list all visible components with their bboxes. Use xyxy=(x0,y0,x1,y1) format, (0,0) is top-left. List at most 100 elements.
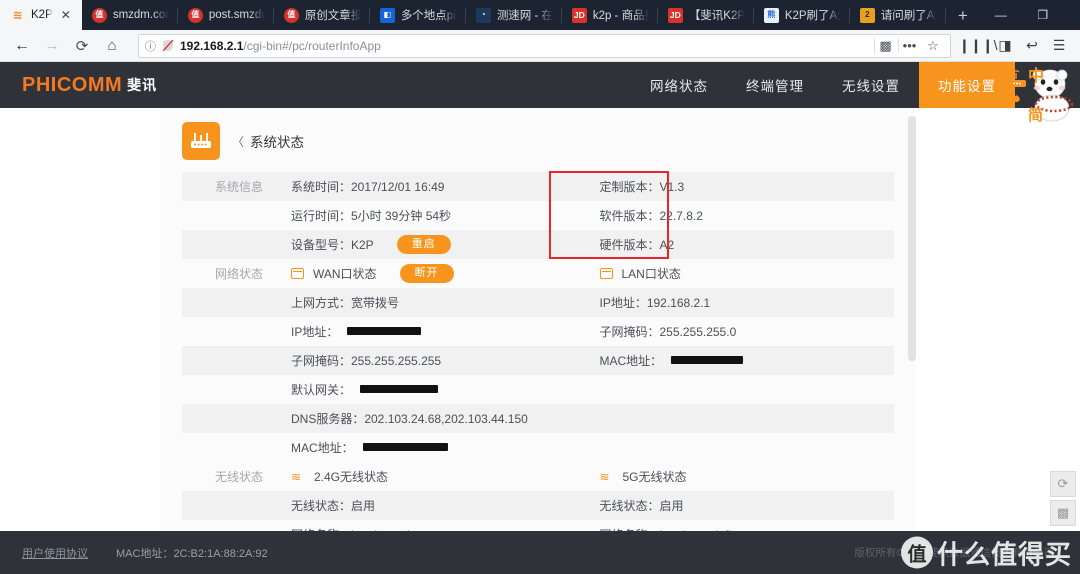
system-status-panel: 〈 系统状态 系统信息 系统时间：2017/12/01 16:49 定制版本：V1.… xyxy=(160,108,916,574)
cell-text: 无线状态：启用 xyxy=(291,499,376,513)
wan-row: IP地址： xyxy=(277,317,586,346)
lan-row: IP地址：192.168.2.1 xyxy=(586,288,895,317)
wifi-signal-icon: ≋ xyxy=(291,469,302,484)
back-chevron-icon[interactable]: 〈 xyxy=(232,133,244,150)
library-icon[interactable]: ❙❙❙\ xyxy=(958,33,997,59)
version-info-right: 软件版本：22.7.8.2 xyxy=(586,201,895,230)
section-label-spacer xyxy=(182,201,277,230)
browser-tab[interactable]: 值 smzdm.com xyxy=(82,0,178,30)
browser-tab[interactable]: 熊 K2P刷了A大 xyxy=(754,0,850,30)
wan-row: 上网方式：宽带拨号 xyxy=(277,288,586,317)
table-row: 子网掩码：255.255.255.255 MAC地址： xyxy=(182,346,894,375)
nav-item-1[interactable]: 网络状态 xyxy=(631,62,727,108)
cell-text: 默认网关： xyxy=(291,383,352,397)
baidu-icon: 熊 xyxy=(763,7,779,23)
section-label-spacer xyxy=(182,230,277,259)
panel-scrollbar-track[interactable] xyxy=(907,108,916,531)
cell-text: MAC地址： xyxy=(599,354,663,368)
browser-tab[interactable]: JD k2p - 商品搜 xyxy=(562,0,658,30)
panel-header: 〈 系统状态 xyxy=(160,108,916,172)
cell-text: 子网掩码：255.255.255.0 xyxy=(599,325,737,339)
lan-status-header: LAN口状态 xyxy=(586,259,895,288)
tab-label: K2P刷了A大 xyxy=(784,10,841,22)
toolbar-right: ❙❙❙\ ◨ ↩ ☰ xyxy=(958,33,1072,59)
address-bar[interactable]: ⓘ 192.168.2.1/cgi-bin#/pc/routerInfoApp … xyxy=(138,33,951,58)
nav-item-2[interactable]: 终端管理 xyxy=(727,62,823,108)
panel-scrollbar-thumb[interactable] xyxy=(908,116,916,361)
reload-icon[interactable]: ⟳ xyxy=(68,33,96,59)
minimize-button[interactable]: — xyxy=(980,0,1022,30)
tab-label: 多个地点pin xyxy=(400,10,457,22)
back-icon[interactable]: ← xyxy=(8,33,36,59)
redacted-value xyxy=(671,355,744,364)
undo-icon[interactable]: ↩ xyxy=(1019,33,1045,59)
tab-strip: ≋ K2P ✕ 值 smzdm.com 值 post.smzdm 值原创文章投 ◧ 多个地点pin… xyxy=(0,0,1080,30)
section-label: 无线状态 xyxy=(214,470,263,484)
wan-row: MAC地址： xyxy=(277,433,586,462)
version-info-right: 定制版本：V1.3 xyxy=(586,172,895,201)
browser-tab[interactable]: ◧ 多个地点pin xyxy=(370,0,466,30)
browser-tab[interactable]: ◔ 测速网 - 在 xyxy=(466,0,562,30)
wifi24-header: ≋ 2.4G无线状态 xyxy=(277,462,586,491)
table-row: 运行时间：5小时 39分钟 54秒 软件版本：22.7.8.2 xyxy=(182,201,894,230)
window-controls: — ❐ ✕ xyxy=(980,0,1080,30)
system-info-left: 运行时间：5小时 39分钟 54秒 xyxy=(277,201,586,230)
disconnect-button[interactable]: 断开 xyxy=(399,263,454,284)
smzdm-icon: 值 xyxy=(283,7,299,23)
address-bar-actions: ▩ ••• ☆ xyxy=(870,37,944,54)
hamburger-menu-icon[interactable]: ☰ xyxy=(1046,33,1072,59)
browser-tab[interactable]: 2 请问刷了A大 xyxy=(850,0,946,30)
wan-row: 默认网关： xyxy=(277,375,586,404)
qrcode-float-button[interactable]: ▩ xyxy=(1050,500,1076,526)
empty-cell xyxy=(586,404,895,433)
section-label-spacer xyxy=(182,288,277,317)
section-label: 网络状态 xyxy=(214,267,263,281)
qrcode-icon[interactable]: ▩ xyxy=(874,37,896,54)
sidebar-icon[interactable]: ◨ xyxy=(992,33,1018,59)
refresh-float-button[interactable]: ⟳ xyxy=(1050,471,1076,497)
forward-icon[interactable]: → xyxy=(38,33,66,59)
page-viewport: PHICOMM 斐讯 网络状态 终端管理 无线设置 功能设置 中 简 〈 系统状… xyxy=(0,62,1080,574)
footer-mac-address: MAC地址：2C:B2:1A:88:2A:92 xyxy=(116,547,268,560)
table-row: 网络状态 WAN口状态 断开 LAN口状态 xyxy=(182,259,894,288)
close-window-button[interactable]: ✕ xyxy=(1064,0,1080,30)
smzdm-icon: 值 xyxy=(91,7,107,23)
section-label-spacer xyxy=(182,491,277,520)
new-tab-button[interactable]: + xyxy=(946,0,980,30)
tab-label: smzdm.com xyxy=(112,9,169,21)
chart-icon: ◧ xyxy=(379,7,395,23)
tab-label: post.smzdm xyxy=(208,9,265,21)
browser-tab[interactable]: ≋ K2P ✕ xyxy=(0,0,82,30)
nav-item-3[interactable]: 无线设置 xyxy=(823,62,919,108)
tab-close-icon[interactable]: ✕ xyxy=(59,9,73,21)
status-table: 系统信息 系统时间：2017/12/01 16:49 定制版本：V1.3 运行时间：5… xyxy=(182,171,895,574)
reboot-button[interactable]: 重启 xyxy=(396,234,451,255)
router-icon xyxy=(182,122,220,160)
tab-label: 【斐讯K2P】 xyxy=(688,10,745,22)
nav-item-4[interactable]: 功能设置 xyxy=(919,62,1015,108)
cell-text: 上网方式：宽带拨号 xyxy=(291,296,400,310)
cell-text: 系统时间：2017/12/01 16:49 xyxy=(291,180,445,194)
user-agreement-link[interactable]: 用户使用协议 xyxy=(22,545,88,561)
empty-cell xyxy=(586,433,895,462)
wifi5-row: 无线状态：启用 xyxy=(586,491,895,520)
home-icon[interactable]: ⌂ xyxy=(98,33,126,59)
cell-text: 软件版本：22.7.8.2 xyxy=(599,209,703,223)
bookmark-star-icon[interactable]: ☆ xyxy=(922,38,944,54)
section-label-spacer xyxy=(182,433,277,462)
restore-button[interactable]: ❐ xyxy=(1022,0,1064,30)
mascot-lang-top: 中 xyxy=(1028,68,1045,85)
browser-tab[interactable]: JD 【斐讯K2P】 xyxy=(658,0,754,30)
browser-tab[interactable]: 值 post.smzdm xyxy=(178,0,274,30)
wifi-icon: ≋ xyxy=(12,8,23,22)
empty-cell xyxy=(586,375,895,404)
page-actions-icon[interactable]: ••• xyxy=(898,38,920,53)
cell-text: WAN口状态 xyxy=(313,267,377,281)
browser-tab[interactable]: 值原创文章投 xyxy=(274,0,370,30)
phicomm-logo[interactable]: PHICOMM 斐讯 xyxy=(0,62,157,108)
table-row: DNS服务器：202.103.24.68,202.103.44.150 xyxy=(182,404,894,433)
main-nav: 网络状态 终端管理 无线设置 功能设置 xyxy=(631,62,1015,108)
table-row: IP地址： 子网掩码：255.255.255.0 xyxy=(182,317,894,346)
page-info-icon[interactable]: ⓘ xyxy=(145,38,156,54)
tracking-protection-icon[interactable] xyxy=(162,39,174,52)
